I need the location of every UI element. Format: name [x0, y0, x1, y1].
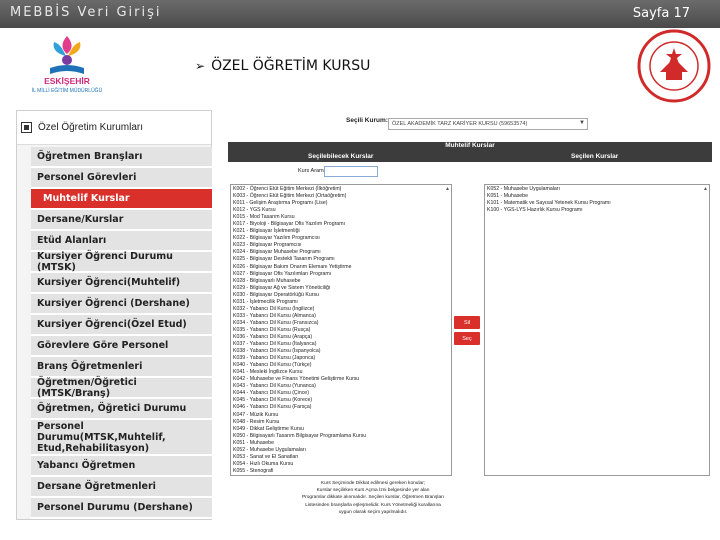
nav-item[interactable]: Öğretmen/Öğretici (MTSK/Branş)	[31, 377, 212, 399]
course-option[interactable]: K034 - Yabancı Dil Kursu (Fransızca)	[233, 320, 449, 327]
course-selection-notes: Kurs Seçiminde Dikkat edilmesi gereken k…	[268, 480, 478, 516]
course-option[interactable]: K031 - İşletmecilik Programı	[233, 299, 449, 306]
course-option[interactable]: K028 - Bilgisayarlı Muhasebe	[233, 278, 449, 285]
scroll-up-icon[interactable]: ▲	[445, 186, 450, 192]
remove-course-button[interactable]: Sil	[454, 316, 480, 329]
available-courses-list[interactable]: ▲ K002 - Öğrenci Etüt Eğitim Merkezi (İl…	[230, 184, 452, 476]
note-line: uygun olarak seçim yapılmalıdır.	[338, 509, 408, 515]
nav-item[interactable]: Görevlere Göre Personel	[31, 336, 212, 357]
nav-item[interactable]: Personel Durumu(MTSK,Muhtelif, Etud,Reha…	[31, 420, 212, 456]
page-number: Sayfa 17	[632, 6, 690, 21]
nav-header[interactable]: Özel Öğretim Kurumları	[17, 111, 211, 145]
course-option[interactable]: K036 - Yabancı Dil Kursu (Arapça)	[233, 334, 449, 341]
section-title-bar: Muhtelif Kurslar	[228, 142, 712, 152]
course-option[interactable]: K022 - Bilgisayar Yazılım Programcısı	[233, 235, 449, 242]
course-option[interactable]: K049 - Dikkat Geliştirme Kursu	[233, 426, 449, 433]
course-option[interactable]: K015 - Mod Tasarım Kursu	[233, 214, 449, 221]
course-option[interactable]: K042 - Muhasebe ve Finans Yönetimi Geliş…	[233, 376, 449, 383]
course-option[interactable]: K027 - Bilgisayar Ofis Yazılımları Progr…	[233, 271, 449, 278]
nav-item[interactable]: Öğretmen, Öğretici Durumu	[31, 399, 212, 420]
course-option[interactable]: K029 - Bilgisayar Ağ ve Sistem Yöneticil…	[233, 285, 449, 292]
logo-text: ESKİŞEHİR	[44, 76, 90, 86]
institution-select[interactable]: ÖZEL AKADEMİK TARZ KARİYER KURSU (596535…	[388, 118, 588, 130]
nav-item[interactable]: Dersane Öğretmenleri	[31, 477, 212, 498]
course-option[interactable]: K025 - Bilgisayar Destekli Tasarım Progr…	[233, 256, 449, 263]
course-option[interactable]: K101 - Matematik ve Sayısal Yetenek Kurs…	[487, 200, 707, 207]
course-search-input[interactable]	[324, 166, 378, 177]
nav-item[interactable]: Kursiyer Öğrenci Durumu (MTSK)	[31, 251, 212, 273]
institution-select-value: ÖZEL AKADEMİK TARZ KARİYER KURSU (596535…	[392, 121, 528, 127]
course-option[interactable]: K045 - Yabancı Dil Kursu (Korece)	[233, 397, 449, 404]
course-option[interactable]: K051 - Muhasebe	[233, 440, 449, 447]
course-option[interactable]: K054 - Hızlı Okuma Kursu	[233, 461, 449, 468]
course-option[interactable]: K053 - Sanat ve El Sanatları	[233, 454, 449, 461]
course-option[interactable]: K012 - YGS Kursu	[233, 207, 449, 214]
course-option[interactable]: K052 - Muhasebe Uygulamaları	[487, 186, 707, 193]
course-option[interactable]: K055 - Stenografi	[233, 468, 449, 475]
available-courses-header: Seçilebilecek Kurslar	[308, 153, 374, 160]
arrow-bullet-icon: ➢	[195, 59, 206, 73]
section-heading: ➢ ÖZEL ÖĞRETİM KURSU	[195, 58, 370, 74]
nav-item[interactable]: Muhtelif Kurslar	[31, 189, 212, 210]
nav-item[interactable]: Dersane/Kurslar	[31, 210, 212, 231]
column-header-bar: Seçilebilecek Kurslar Seçilen Kurslar	[228, 152, 712, 162]
nav-item[interactable]: Kursiyer Öğrenci (Dershane)	[31, 294, 212, 315]
course-option[interactable]: K100 - YGS-LYS Hazırlık Kursu Programı	[487, 207, 707, 214]
course-option[interactable]: K002 - Öğrenci Etüt Eğitim Merkezi (İlkö…	[233, 186, 449, 193]
course-option[interactable]: K052 - Muhasebe Uygulamaları	[233, 447, 449, 454]
meb-emblem	[636, 28, 712, 104]
course-option[interactable]: K043 - Yabancı Dil Kursu (Yunanca)	[233, 383, 449, 390]
nav-item[interactable]: Kursiyer Öğrenci(Özel Etud)	[31, 315, 212, 336]
selected-courses-header: Seçilen Kurslar	[571, 153, 619, 160]
note-line: Kurs Seçiminde Dikkat edilmesi gereken k…	[320, 481, 426, 486]
selected-courses-list[interactable]: ▲ K052 - Muhasebe Uygulamaları K051 - Muh…	[484, 184, 710, 476]
muhtelif-kurslar-form: Seçili Kurum: ÖZEL AKADEMİK TARZ KARİYER…	[228, 110, 712, 520]
course-option[interactable]: K035 - Yabancı Dil Kursu (Rusça)	[233, 327, 449, 334]
eskisehir-mem-logo: ESKİŞEHİR İL MİLLİ EĞİTİM MÜDÜRLÜĞÜ	[22, 32, 112, 94]
course-option[interactable]: K041 - Mesleki İngilizce Kursu	[233, 369, 449, 376]
nav-title: Özel Öğretim Kurumları	[38, 122, 144, 133]
nav-item[interactable]: Etüd Alanları	[31, 231, 212, 252]
nav-item[interactable]: Personel Görevleri	[31, 168, 212, 189]
note-line: Listesinden branşlarla eşleşmelidir. Kur…	[305, 502, 441, 508]
course-option[interactable]: K026 - Bilgisayar Bakım Onarım Elemanı Y…	[233, 264, 449, 271]
course-option[interactable]: K039 - Yabancı Dil Kursu (Japonca)	[233, 355, 449, 362]
nav-item[interactable]: Öğretmen Branşları	[31, 147, 212, 168]
course-option[interactable]: K033 - Yabancı Dil Kursu (Almanca)	[233, 313, 449, 320]
logo-subtext: İL MİLLİ EĞİTİM MÜDÜRLÜĞÜ	[32, 87, 103, 94]
nav-item[interactable]: Personel Durumu (Dershane)	[31, 498, 212, 519]
course-option[interactable]: K021 - Bilgisayar İşletmenliği	[233, 228, 449, 235]
nav-list: Öğretmen Branşları Personel Görevleri Muht…	[31, 147, 212, 519]
collapse-icon[interactable]	[21, 122, 32, 133]
heading-text: ÖZEL ÖĞRETİM KURSU	[211, 58, 371, 74]
course-option[interactable]: K051 - Muhasebe	[487, 193, 707, 200]
side-navigation: Özel Öğretim Kurumları Öğretmen Branşlar…	[16, 110, 212, 520]
nav-item[interactable]: Yabancı Öğretmen	[31, 456, 212, 477]
chevron-down-icon[interactable]: ▼	[579, 120, 585, 126]
course-option[interactable]: K048 - Resim Kursu	[233, 419, 449, 426]
note-line: Programlar dikkate alınmalıdır. Seçilen …	[301, 495, 445, 501]
course-option[interactable]: K044 - Yabancı Dil Kursu (Çince)	[233, 390, 449, 397]
course-option[interactable]: K030 - Bilgisayar Operatörlüğü Kursu	[233, 292, 449, 299]
select-label: Seçili Kurum:	[346, 117, 388, 124]
course-option[interactable]: K032 - Yabancı Dil Kursu (İngilizce)	[233, 306, 449, 313]
search-label: Kurs Arama	[298, 168, 327, 174]
course-option[interactable]: K047 - Müzik Kursu	[233, 412, 449, 419]
nav-item[interactable]: Kursiyer Öğrenci(Muhtelif)	[31, 273, 212, 294]
slide-header-bar: MEBBİS Veri Girişi Sayfa 17	[0, 0, 720, 28]
add-course-button[interactable]: Seç	[454, 332, 480, 345]
course-option[interactable]: K046 - Yabancı Dil Kursu (Farsça)	[233, 404, 449, 411]
course-option[interactable]: K023 - Bilgisayar Programcısı	[233, 242, 449, 249]
nav-item[interactable]: Branş Öğretmenleri	[31, 357, 212, 378]
course-option[interactable]: K011 - Gelişim Araştırma Programı (Lise)	[233, 200, 449, 207]
course-option[interactable]: K050 - Bilgisayarlı Tasarım Bilgisayar P…	[233, 433, 449, 440]
course-option[interactable]: K003 - Öğrenci Etüt Eğitim Merkezi (Orta…	[233, 193, 449, 200]
slide-title: MEBBİS Veri Girişi	[10, 5, 162, 20]
course-option[interactable]: K038 - Yabancı Dil Kursu (İspanyolca)	[233, 348, 449, 355]
note-line: Kurslar seçilirken Kurs Açma İzni belges…	[316, 488, 430, 494]
course-option[interactable]: K060 - Hemşire Yardımcılığı	[233, 475, 449, 476]
course-option[interactable]: K024 - Bilgisayar Muhasebe Programı	[233, 249, 449, 256]
scroll-up-icon[interactable]: ▲	[703, 186, 708, 192]
